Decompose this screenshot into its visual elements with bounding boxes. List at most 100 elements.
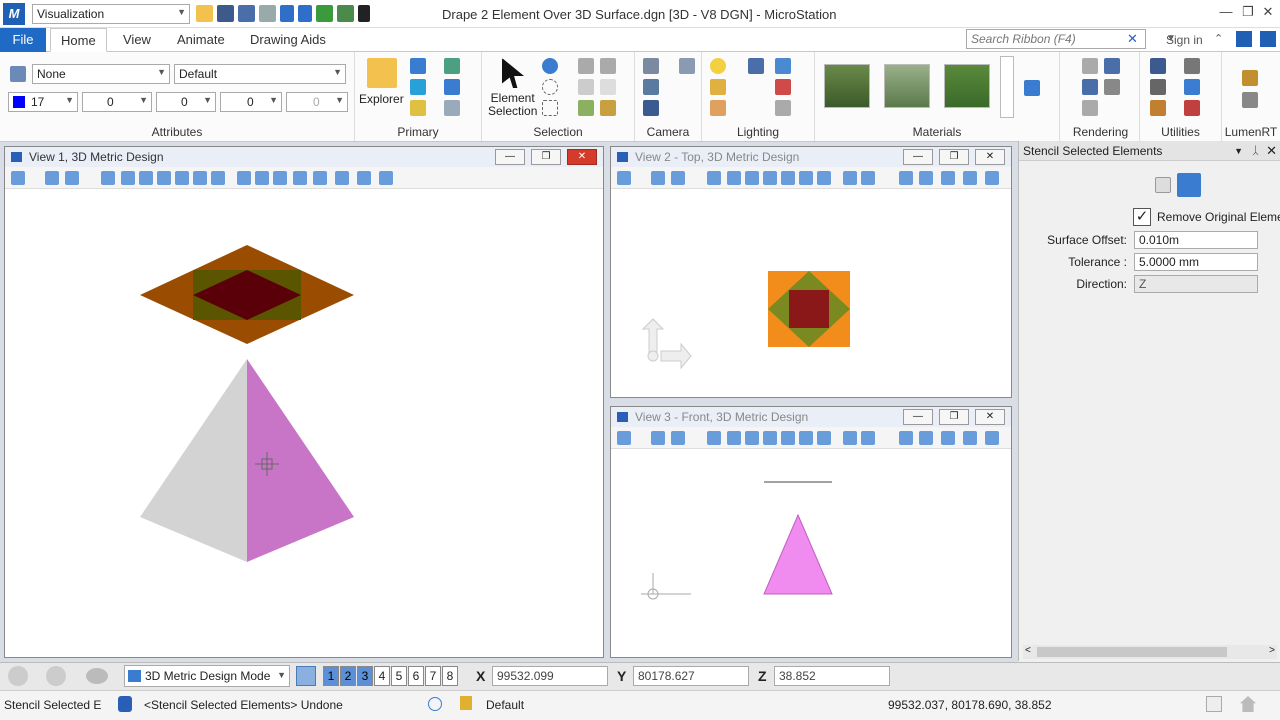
tab-animate[interactable]: Animate — [167, 28, 235, 52]
view-button-1[interactable]: 1 — [323, 666, 339, 686]
view-button-8[interactable]: 8 — [442, 666, 458, 686]
copy-view-icon[interactable] — [941, 171, 955, 185]
update-icon[interactable] — [101, 171, 115, 185]
render-output-icon[interactable] — [1082, 100, 1098, 116]
cut-icon[interactable] — [600, 58, 616, 74]
environment-icon[interactable] — [748, 58, 764, 74]
minimize-icon[interactable]: — — [903, 149, 933, 165]
element-info-icon[interactable] — [86, 668, 108, 684]
pin-icon[interactable] — [316, 5, 333, 22]
view-1-canvas[interactable] — [5, 189, 603, 657]
fit-view-icon[interactable] — [781, 431, 795, 445]
zoom-out-icon[interactable] — [745, 171, 759, 185]
close-icon[interactable]: ✕ — [567, 149, 597, 165]
tab-drawing-aids[interactable]: Drawing Aids — [240, 28, 336, 52]
view-2-canvas[interactable] — [611, 189, 1011, 397]
print-icon[interactable] — [337, 5, 354, 22]
priority-select[interactable]: 0 ▼ — [286, 92, 348, 112]
snap-icon[interactable] — [428, 697, 442, 711]
restore-icon[interactable]: ❐ — [531, 149, 561, 165]
tab-view[interactable]: View — [113, 28, 161, 52]
arrow-select-icon[interactable] — [502, 58, 524, 88]
zoom-in-icon[interactable] — [727, 171, 741, 185]
view-attributes-icon[interactable] — [617, 431, 631, 445]
previous-view-icon[interactable] — [293, 171, 307, 185]
remove-original-checkbox[interactable]: ✓ — [1133, 208, 1151, 226]
view-image-icon[interactable] — [679, 58, 695, 74]
next-view-icon[interactable] — [919, 171, 933, 185]
panel-scrollbar[interactable]: < > — [1023, 645, 1277, 659]
scroll-left-icon[interactable]: < — [1025, 645, 1031, 656]
walk-icon[interactable] — [843, 431, 857, 445]
element-selection-button[interactable]: Element Selection — [488, 92, 537, 118]
pan-icon[interactable] — [817, 171, 831, 185]
tab-home[interactable]: Home — [50, 28, 107, 52]
surface-offset-input[interactable]: 0.010m — [1134, 231, 1258, 249]
material-thumbnail[interactable] — [884, 64, 930, 108]
previous-view-icon[interactable] — [899, 171, 913, 185]
view-3-canvas[interactable] — [611, 449, 1011, 657]
zoom-out-icon[interactable] — [745, 431, 759, 445]
view-button-5[interactable]: 5 — [391, 666, 407, 686]
levels-icon[interactable] — [410, 100, 426, 116]
apply-material-icon[interactable] — [1024, 80, 1040, 96]
back-icon[interactable] — [8, 666, 28, 686]
render-icon[interactable] — [1082, 58, 1098, 74]
box-select-icon[interactable] — [542, 100, 558, 116]
workflow-mode-select[interactable]: 3D Metric Design Mode ▼ — [124, 665, 290, 687]
lumenrt-icon[interactable] — [1242, 70, 1258, 86]
pen-icon[interactable] — [1150, 79, 1166, 95]
tab-file[interactable]: File — [0, 28, 46, 52]
scroll-right-icon[interactable]: > — [1269, 645, 1275, 656]
rotate-view-icon[interactable] — [193, 171, 207, 185]
material-thumbnail[interactable] — [824, 64, 870, 108]
minimize-icon[interactable]: — — [1216, 4, 1236, 19]
zoom-in-icon[interactable] — [121, 171, 135, 185]
remove-material-icon[interactable] — [775, 79, 791, 95]
select-arrow-icon[interactable] — [358, 5, 370, 22]
minimize-icon[interactable]: — — [903, 409, 933, 425]
light-icon[interactable] — [65, 171, 79, 185]
close-icon[interactable]: ✕ — [1266, 141, 1277, 161]
zoom-in-icon[interactable] — [727, 431, 741, 445]
z-coordinate-input[interactable]: 38.852 — [774, 666, 890, 686]
lock-icon[interactable] — [578, 58, 594, 74]
close-icon[interactable]: ✕ — [1258, 4, 1278, 20]
update-icon[interactable] — [707, 171, 721, 185]
view-2-window[interactable]: View 2 - Top, 3D Metric Design — ❐ ✕ — [610, 146, 1012, 398]
display-style-icon[interactable] — [45, 171, 59, 185]
clip-volume-icon[interactable] — [963, 171, 977, 185]
lock-icon[interactable] — [460, 696, 472, 710]
material-tool-icon[interactable] — [775, 100, 791, 116]
close-icon[interactable]: ✕ — [975, 409, 1005, 425]
key-icon[interactable] — [1184, 58, 1200, 74]
sign-in-link[interactable]: Sign in — [1166, 33, 1203, 47]
stencil-mode-icon[interactable] — [1155, 177, 1171, 193]
user-icon[interactable] — [1236, 31, 1252, 47]
walk-icon[interactable] — [843, 171, 857, 185]
chevron-down-icon[interactable]: ▼ — [1234, 141, 1243, 161]
text-style-select[interactable]: Default ▼ — [174, 64, 346, 84]
fit-view-icon[interactable] — [175, 171, 189, 185]
next-view-icon[interactable] — [313, 171, 327, 185]
save-settings-icon[interactable] — [238, 5, 255, 22]
close-icon[interactable]: ✕ — [975, 149, 1005, 165]
info-icon[interactable] — [444, 79, 460, 95]
camera-icon[interactable] — [643, 58, 659, 74]
target-icon[interactable] — [1150, 58, 1166, 74]
sun-icon[interactable] — [710, 100, 726, 116]
line-style-select[interactable]: 0 ▼ — [82, 92, 152, 112]
walk-icon[interactable] — [237, 171, 251, 185]
window-area-icon[interactable] — [157, 171, 171, 185]
video-camera-icon[interactable] — [643, 100, 659, 116]
light-icon[interactable] — [710, 58, 726, 74]
transparency-select[interactable]: 0 ▼ — [220, 92, 282, 112]
message-center-icon[interactable] — [1206, 696, 1222, 712]
clear-search-icon[interactable]: ✕ — [1127, 31, 1138, 47]
clipboard-icon[interactable] — [600, 100, 616, 116]
color-select[interactable]: 17 ▼ — [8, 92, 78, 112]
redo-icon[interactable] — [298, 5, 312, 22]
display-style-icon[interactable] — [651, 171, 665, 185]
minimize-icon[interactable]: — — [495, 149, 525, 165]
references-icon[interactable] — [410, 79, 426, 95]
